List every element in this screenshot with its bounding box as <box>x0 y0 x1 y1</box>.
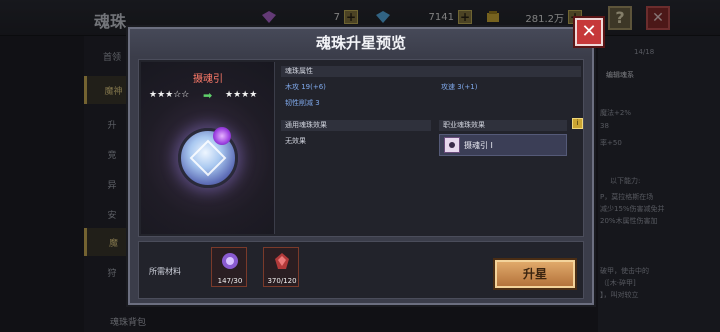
attributes-header: 魂珠属性 <box>281 66 581 77</box>
info-badge-icon[interactable]: i <box>572 118 583 129</box>
orb-rune-icon <box>189 139 227 177</box>
star-rating-before: ★★★☆☆ <box>149 90 190 100</box>
attr-wood-attack: 木攻 19(+6) <box>285 83 326 91</box>
soul-portrait: 摄魂引 ★★★☆☆ ➡ ★★★★ <box>141 62 275 234</box>
attr-toughness: 韧性削减 3 <box>285 99 320 107</box>
soul-crystal-icon <box>222 253 238 269</box>
red-ore-icon <box>275 253 289 269</box>
job-effect-item[interactable]: 摄魂引 I <box>439 134 567 156</box>
star-rating-after: ★★★★ <box>225 90 258 100</box>
modal-close-button[interactable]: ✕ <box>575 18 603 46</box>
upgrade-star-button[interactable]: 升星 <box>495 260 575 288</box>
material-slot-1[interactable]: 147/30 <box>211 247 247 287</box>
modal-title: 魂珠升星预览 <box>130 29 592 57</box>
job-effect-label: 摄魂引 I <box>464 140 493 150</box>
generic-effect-header: 通用魂珠效果 <box>281 120 431 131</box>
materials-label: 所需材料 <box>149 267 181 276</box>
stars-after: ★★★★ <box>225 90 257 100</box>
materials-panel: 所需材料 147/30 370/120 升星 <box>138 241 584 299</box>
stars-before: ★★★☆☆ <box>149 90 189 100</box>
preview-panel: 摄魂引 ★★★☆☆ ➡ ★★★★ 魂珠属性 木攻 19(+6) 攻速 3(+1)… <box>138 59 584 237</box>
soul-info: 魂珠属性 木攻 19(+6) 攻速 3(+1) 韧性削减 3 通用魂珠效果 无效… <box>281 64 583 234</box>
orb-gem-icon <box>213 127 231 145</box>
job-effect-icon <box>444 137 460 153</box>
material-count-1: 147/30 <box>217 277 243 285</box>
upgrade-preview-modal: 魂珠升星预览 摄魂引 ★★★☆☆ ➡ ★★★★ 魂珠属性 木攻 19(+6) 攻… <box>128 27 594 305</box>
arrow-right-icon: ➡ <box>203 89 213 102</box>
soul-name: 摄魂引 <box>193 74 223 85</box>
material-count-2: 370/120 <box>267 277 297 285</box>
soul-orb-icon <box>178 127 238 188</box>
generic-effect-value: 无效果 <box>285 137 306 145</box>
material-slot-2[interactable]: 370/120 <box>263 247 299 287</box>
job-effect-header: 职业魂珠效果 <box>439 120 567 131</box>
attr-attack-speed: 攻速 3(+1) <box>441 83 478 91</box>
